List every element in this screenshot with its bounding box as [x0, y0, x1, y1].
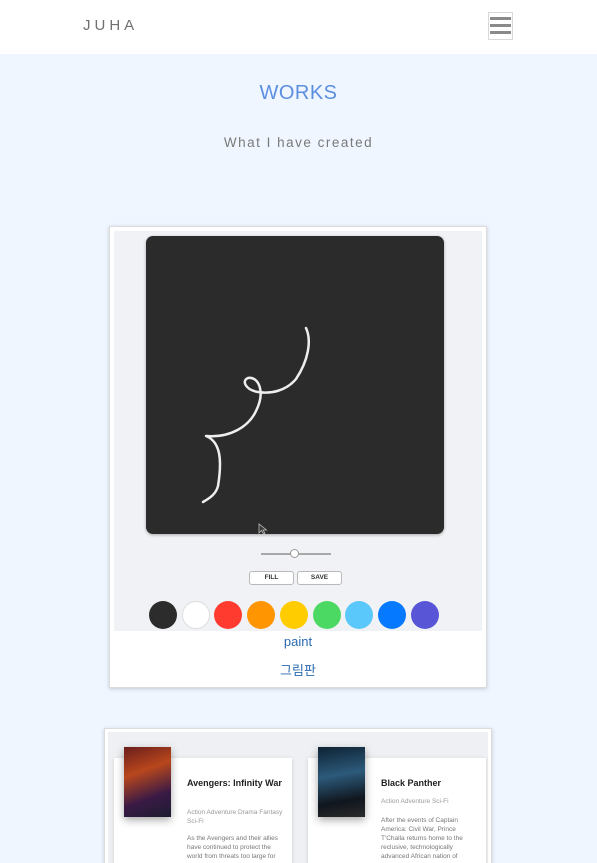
site-header: JUHA — [0, 0, 597, 54]
cursor-icon — [258, 523, 268, 535]
movie-description: As the Avengers and their allies have co… — [187, 835, 278, 863]
works-subtitle: What I have created — [223, 135, 374, 150]
paint-screenshot: FILL SAVE — [114, 231, 482, 631]
hamburger-menu-icon[interactable] — [488, 12, 513, 40]
movie-description: After the events of Captain America: Civ… — [381, 817, 463, 860]
project-card-paint[interactable]: FILL SAVE paint 그림판 — [109, 226, 487, 688]
drawing-stroke — [201, 326, 310, 504]
color-swatch — [279, 601, 308, 629]
project-title[interactable]: paint — [110, 634, 486, 649]
color-swatch — [214, 601, 243, 629]
site-logo[interactable]: JUHA — [83, 17, 138, 34]
project-subtitle[interactable]: 그림판 — [110, 660, 486, 679]
fill-button: FILL — [249, 571, 294, 585]
save-button: SAVE — [297, 571, 342, 585]
movie-title: Black Panther — [381, 778, 442, 788]
movie-card: Avengers: Infinity War Action Adventure … — [114, 747, 292, 863]
works-title: WORKS — [259, 82, 338, 104]
movie-app-screenshot: Avengers: Infinity War Action Adventure … — [108, 732, 488, 863]
movie-genres: Action Adventure Sci-Fi — [381, 798, 449, 805]
color-swatch — [410, 601, 439, 629]
movie-genres: Action Adventure Drama Fantasy Sci-Fi — [187, 809, 283, 825]
movie-poster — [124, 747, 171, 817]
color-swatch — [181, 601, 210, 629]
paint-canvas-preview — [146, 236, 444, 535]
menu-line — [490, 31, 511, 34]
color-swatch — [247, 601, 276, 629]
movie-title: Avengers: Infinity War — [187, 778, 282, 788]
project-card-movies[interactable]: Avengers: Infinity War Action Adventure … — [104, 728, 492, 863]
color-swatch — [377, 601, 406, 629]
menu-line — [490, 17, 511, 20]
movie-poster — [318, 747, 365, 817]
color-swatch — [149, 601, 177, 629]
slider-thumb — [290, 549, 299, 558]
color-swatch — [312, 601, 341, 629]
movie-card: Black Panther Action Adventure Sci-Fi Af… — [308, 747, 486, 863]
color-swatch — [345, 601, 374, 629]
menu-line — [490, 24, 511, 27]
